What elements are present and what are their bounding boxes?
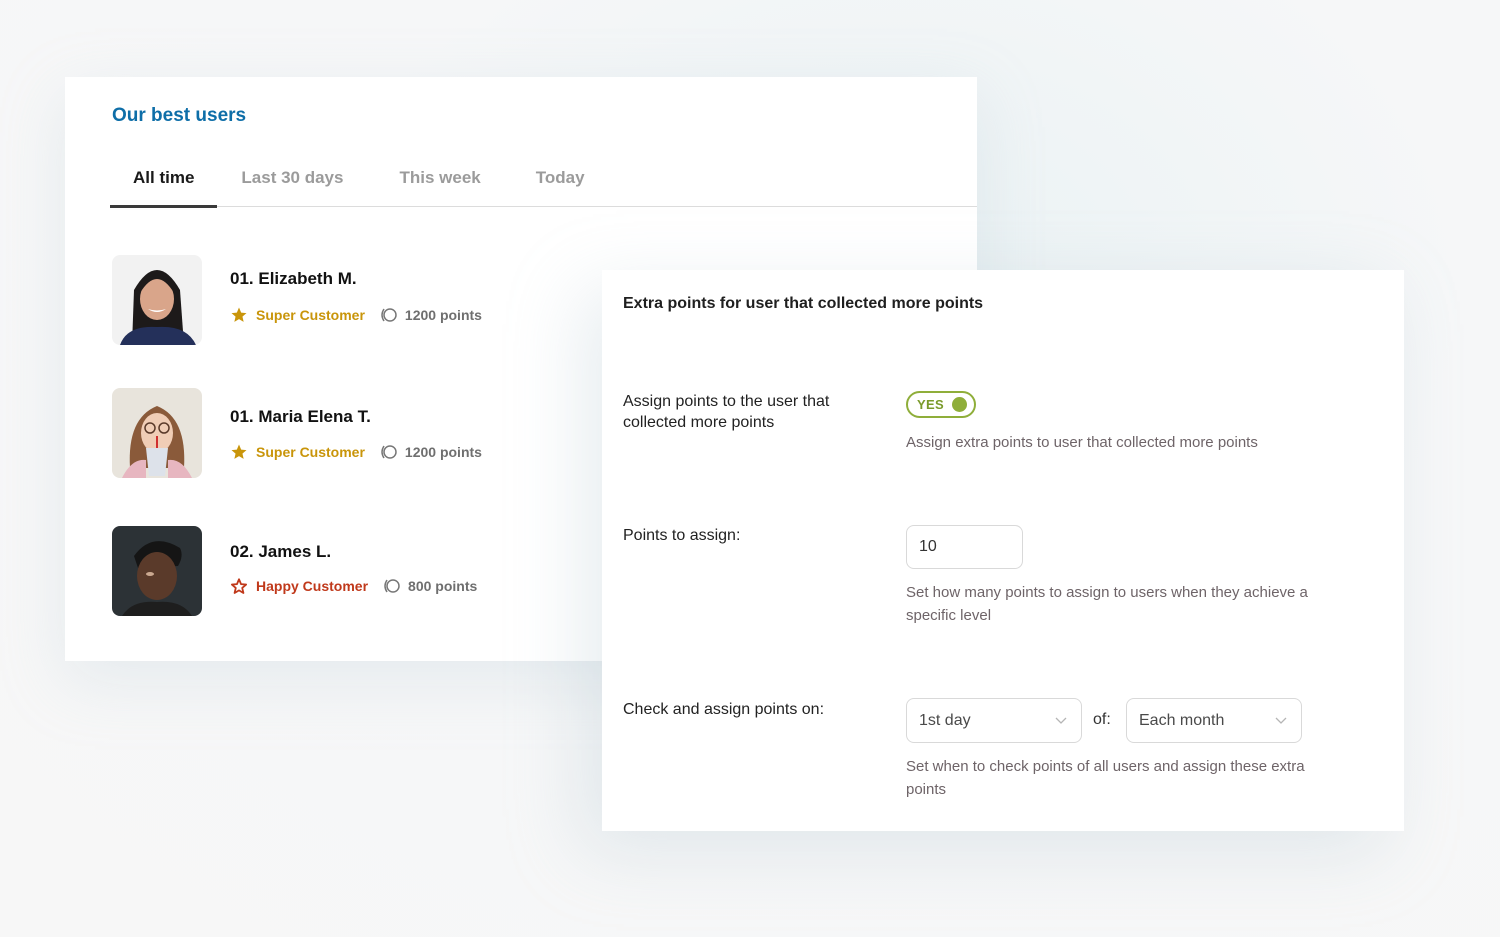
of-label: of: <box>1093 711 1111 728</box>
day-select[interactable]: 1st day <box>906 698 1082 743</box>
check-schedule-help: Set when to check points of all users an… <box>906 758 1305 798</box>
user-list-item: 01. Maria Elena T. Super Customer 1200 p… <box>112 388 532 478</box>
user-name: 02. James L. <box>230 542 332 561</box>
toggle-state-label: YES <box>917 397 944 412</box>
best-users-title: Our best users <box>112 105 247 126</box>
star-filled-icon <box>231 444 247 459</box>
user-meta: Super Customer 1200 points <box>230 306 482 324</box>
check-schedule-label: Check and assign points on: <box>623 701 825 718</box>
tab-this-week[interactable]: This week <box>371 167 508 207</box>
points-label: 1200 points <box>404 307 482 323</box>
settings-title: Extra points for user that collected mor… <box>623 295 984 312</box>
day-select-value: 1st day <box>919 711 971 729</box>
user-photo-icon <box>112 255 202 345</box>
user-meta: Super Customer 1200 points <box>230 443 482 461</box>
user-name: 01. Maria Elena T. <box>230 407 371 426</box>
user-photo-icon <box>112 526 202 616</box>
badge-label: Super Customer <box>256 444 365 460</box>
user-meta: Happy Customer 800 points <box>230 577 477 595</box>
points-to-assign-label: Points to assign: <box>623 527 741 544</box>
badge-label: Super Customer <box>256 307 365 323</box>
coins-icon <box>381 445 397 459</box>
points-label: 1200 points <box>404 444 482 460</box>
assign-points-toggle[interactable]: YES <box>906 391 976 418</box>
toggle-knob <box>952 397 967 412</box>
chevron-down-icon <box>1275 717 1287 724</box>
extra-points-settings-card: Extra points for user that collected mor… <box>602 270 1404 831</box>
points-to-assign-input[interactable] <box>906 525 1023 569</box>
period-select-value: Each month <box>1139 711 1225 729</box>
period-tabs: All time Last 30 days This week Today <box>110 167 977 208</box>
coins-icon <box>384 579 400 593</box>
avatar <box>112 526 202 616</box>
points-to-assign-help: Set how many points to assign to users w… <box>906 584 1308 624</box>
chevron-down-icon <box>1055 717 1067 724</box>
user-list-item: 01. Elizabeth M. Super Customer 1200 poi… <box>112 255 532 345</box>
tab-today[interactable]: Today <box>509 167 608 207</box>
badge-label: Happy Customer <box>256 578 369 594</box>
coins-icon <box>381 308 397 322</box>
tab-last-30-days[interactable]: Last 30 days <box>217 167 371 207</box>
assign-points-help: Assign extra points to user that collect… <box>906 434 1258 451</box>
user-name: 01. Elizabeth M. <box>230 269 357 288</box>
avatar <box>112 388 202 478</box>
user-photo-icon <box>112 388 202 478</box>
assign-points-label: Assign points to the user that collected… <box>623 393 830 431</box>
star-outline-icon <box>230 578 248 594</box>
tab-all-time[interactable]: All time <box>110 167 218 208</box>
star-filled-icon <box>231 307 247 322</box>
avatar <box>112 255 202 345</box>
period-select[interactable]: Each month <box>1126 698 1302 743</box>
points-label: 800 points <box>408 578 478 594</box>
user-list-item: 02. James L. Happy Customer 800 points <box>112 526 532 616</box>
